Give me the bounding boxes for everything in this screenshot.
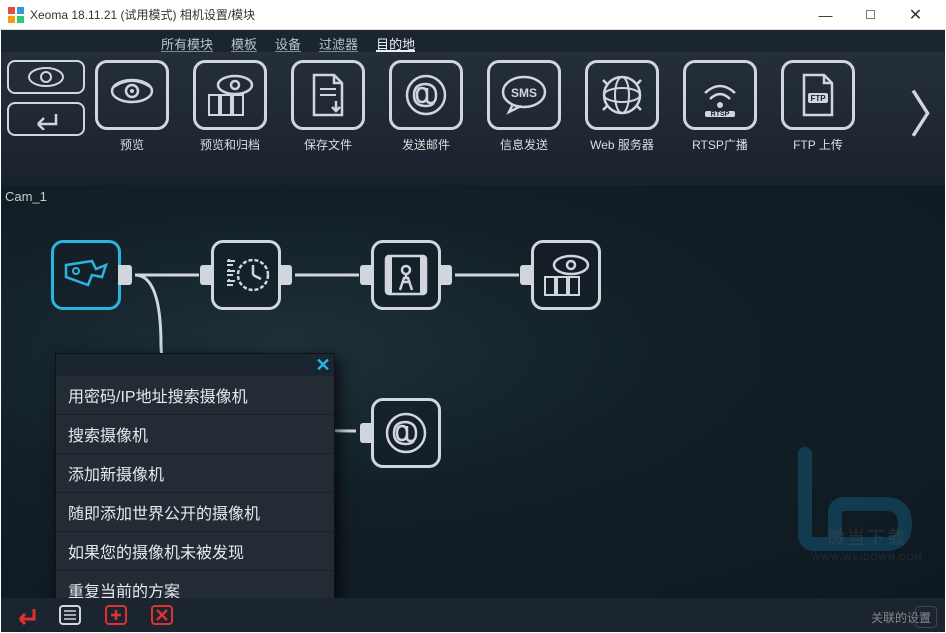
web-icon (599, 72, 645, 118)
minimize-button[interactable]: — (803, 1, 848, 29)
module-list: 预览 预览和归档 保存文件 发送邮件 SMS 信息发送 Web 服务器 (95, 60, 939, 153)
port-in[interactable] (200, 265, 214, 285)
motion-icon (380, 250, 432, 300)
delete-button[interactable] (147, 603, 177, 627)
module-rtsp[interactable]: RTSP RTSP广播 (683, 60, 757, 153)
palette-side-controls (7, 60, 85, 136)
node-camera[interactable] (51, 240, 121, 310)
menu-item-duplicate-scheme[interactable]: 重复当前的方案 (56, 571, 334, 598)
node-email[interactable] (371, 398, 441, 468)
tab-templates[interactable]: 模板 (231, 34, 257, 52)
module-palette: 预览 预览和归档 保存文件 发送邮件 SMS 信息发送 Web 服务器 (1, 52, 945, 180)
module-label: 预览和归档 (200, 136, 260, 153)
module-label: 发送邮件 (402, 136, 450, 153)
module-category-tabs: 所有模块 模板 设备 过滤器 目的地 (1, 30, 945, 52)
watermark-logo-icon (785, 444, 925, 554)
back-arrow-icon (26, 108, 66, 130)
module-label: RTSP广播 (692, 136, 748, 153)
bottom-toolbar: 关联的设置 ? (1, 598, 945, 632)
eye-icon (26, 66, 66, 88)
tab-devices[interactable]: 设备 (275, 34, 301, 52)
view-mode-button[interactable] (7, 60, 85, 94)
port-out[interactable] (438, 265, 452, 285)
list-button[interactable] (55, 603, 85, 627)
sms-icon: SMS (499, 72, 549, 118)
tab-filters[interactable]: 过滤器 (319, 34, 358, 52)
module-label: Web 服务器 (590, 136, 654, 153)
module-web-server[interactable]: Web 服务器 (585, 60, 659, 153)
watermark-text: 微当下载 (827, 524, 907, 550)
svg-text:RTSP: RTSP (711, 111, 730, 118)
app-logo-icon (8, 7, 24, 23)
window-title: Xeoma 18.11.21 (试用模式) 相机设置/模块 (30, 6, 803, 23)
menu-item-not-found[interactable]: 如果您的摄像机未被发现 (56, 532, 334, 571)
svg-text:FTP: FTP (810, 94, 826, 103)
module-send-email[interactable]: 发送邮件 (389, 60, 463, 153)
port-in[interactable] (360, 423, 374, 443)
module-label: 预览 (120, 136, 144, 153)
node-preview-archive[interactable] (531, 240, 601, 310)
eye-icon (108, 73, 156, 117)
watermark-url: WWW.WEIDOWN.COM (812, 552, 923, 562)
email-icon (383, 410, 429, 456)
palette-scroll-right-button[interactable]: 〉 (925, 72, 943, 150)
port-out[interactable] (278, 265, 292, 285)
back-button[interactable] (9, 603, 39, 627)
module-preview-archive[interactable]: 预览和归档 (193, 60, 267, 153)
node-schedule[interactable] (211, 240, 281, 310)
list-icon (59, 605, 81, 625)
tab-all-modules[interactable]: 所有模块 (161, 34, 213, 52)
camera-context-menu: ✕ 用密码/IP地址搜索摄像机 搜索摄像机 添加新摄像机 随即添加世界公开的摄像… (55, 353, 335, 598)
back-arrow-red-icon (12, 605, 36, 625)
svg-text:SMS: SMS (511, 86, 537, 100)
menu-item-add-camera[interactable]: 添加新摄像机 (56, 454, 334, 493)
ftp-icon: FTP (796, 71, 840, 119)
titlebar: Xeoma 18.11.21 (试用模式) 相机设置/模块 — ☐ ✕ (0, 0, 946, 30)
port-in[interactable] (520, 265, 534, 285)
module-label: 信息发送 (500, 136, 548, 153)
app-body: 所有模块 模板 设备 过滤器 目的地 预览 预览和归档 (1, 30, 945, 632)
module-sms[interactable]: SMS 信息发送 (487, 60, 561, 153)
schedule-icon (221, 251, 271, 299)
tab-destinations[interactable]: 目的地 (376, 34, 415, 52)
port-in[interactable] (360, 265, 374, 285)
camera-icon (62, 255, 110, 295)
module-label: 保存文件 (304, 136, 352, 153)
chain-canvas[interactable]: Cam_1 (1, 185, 945, 598)
maximize-button[interactable]: ☐ (848, 1, 893, 29)
node-motion-detector[interactable] (371, 240, 441, 310)
menu-header: ✕ (56, 354, 334, 376)
module-preview[interactable]: 预览 (95, 60, 169, 153)
rtsp-icon: RTSP (695, 71, 745, 119)
menu-close-button[interactable]: ✕ (312, 354, 334, 376)
menu-item-search-by-ip[interactable]: 用密码/IP地址搜索摄像机 (56, 376, 334, 415)
module-label: FTP 上传 (793, 136, 843, 153)
add-button[interactable] (101, 603, 131, 627)
menu-item-add-public-camera[interactable]: 随即添加世界公开的摄像机 (56, 493, 334, 532)
plus-icon (105, 605, 127, 625)
back-mode-button[interactable] (7, 102, 85, 136)
close-button[interactable]: ✕ (893, 1, 938, 29)
menu-item-search-camera[interactable]: 搜索摄像机 (56, 415, 334, 454)
email-icon (403, 72, 449, 118)
file-save-icon (306, 71, 350, 119)
camera-label: Cam_1 (5, 189, 47, 204)
eye-archive-icon (541, 251, 591, 299)
port-out[interactable] (118, 265, 132, 285)
module-save-file[interactable]: 保存文件 (291, 60, 365, 153)
module-ftp[interactable]: FTP FTP 上传 (781, 60, 855, 153)
x-icon (151, 605, 173, 625)
help-button[interactable]: ? (915, 606, 937, 628)
eye-archive-icon (205, 71, 255, 119)
